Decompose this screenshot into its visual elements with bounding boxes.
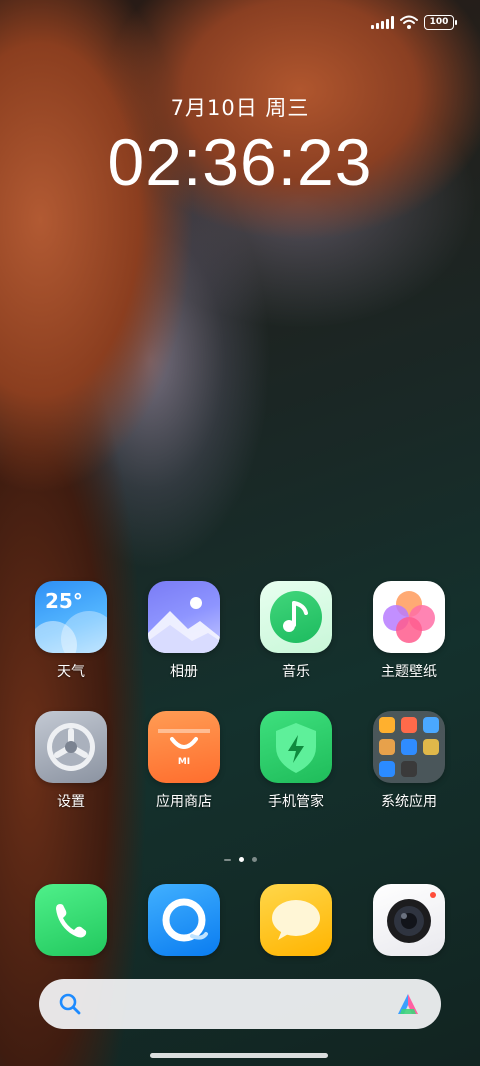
status-bar: 100 bbox=[371, 10, 457, 34]
search-bar[interactable] bbox=[39, 979, 441, 1029]
weather-temperature: 25° bbox=[45, 589, 83, 613]
dock-messages[interactable] bbox=[241, 884, 351, 956]
app-label: 手机管家 bbox=[268, 794, 324, 810]
search-icon bbox=[59, 993, 81, 1015]
music-icon bbox=[260, 581, 332, 653]
security-icon bbox=[260, 711, 332, 783]
app-label: 天气 bbox=[57, 664, 85, 680]
app-security[interactable]: 手机管家 bbox=[241, 711, 351, 811]
signal-icon bbox=[371, 15, 394, 29]
page-indicator bbox=[0, 857, 480, 862]
wifi-icon bbox=[400, 15, 418, 29]
app-music[interactable]: 音乐 bbox=[241, 581, 351, 681]
app-label: 应用商店 bbox=[156, 794, 212, 810]
app-weather[interactable]: 25° 天气 bbox=[16, 581, 126, 681]
app-label: 系统应用 bbox=[381, 794, 437, 810]
app-settings[interactable]: 设置 bbox=[16, 711, 126, 811]
date-label: 7月10日 周三 bbox=[170, 96, 310, 120]
themes-icon bbox=[373, 581, 445, 653]
home-indicator[interactable] bbox=[150, 1053, 328, 1058]
camera-icon bbox=[373, 884, 445, 956]
dock-browser[interactable] bbox=[129, 884, 239, 956]
app-themes[interactable]: 主题壁纸 bbox=[354, 581, 464, 681]
app-store-icon: MI bbox=[148, 711, 220, 783]
browser-icon bbox=[148, 884, 220, 956]
page-dot-active bbox=[238, 857, 244, 862]
page-dot bbox=[223, 858, 231, 861]
folder-icon bbox=[373, 711, 445, 783]
weather-icon: 25° bbox=[35, 581, 107, 653]
messages-icon bbox=[260, 884, 332, 956]
gallery-icon bbox=[148, 581, 220, 653]
dock-phone[interactable] bbox=[16, 884, 126, 956]
page-dot bbox=[251, 857, 257, 862]
app-folder-system[interactable]: 系统应用 bbox=[354, 711, 464, 811]
app-label: 音乐 bbox=[282, 664, 310, 680]
dock-camera[interactable] bbox=[354, 884, 464, 956]
phone-icon bbox=[35, 884, 107, 956]
settings-icon bbox=[35, 711, 107, 783]
app-store-badge: MI bbox=[177, 757, 191, 767]
clock: 02:36:23 bbox=[107, 125, 373, 199]
assistant-icon[interactable] bbox=[395, 992, 421, 1016]
app-gallery[interactable]: 相册 bbox=[129, 581, 239, 681]
app-store[interactable]: MI 应用商店 bbox=[129, 711, 239, 811]
app-label: 设置 bbox=[57, 794, 85, 810]
app-label: 相册 bbox=[170, 664, 198, 680]
app-label: 主题壁纸 bbox=[381, 664, 437, 680]
battery-indicator: 100 bbox=[424, 14, 457, 30]
